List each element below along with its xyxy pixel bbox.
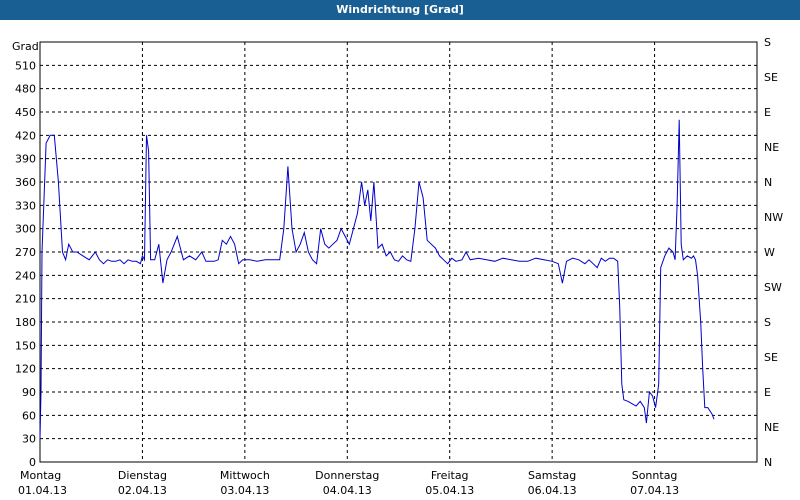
y-tick-label: 270 <box>15 246 36 259</box>
y-tick-label: 480 <box>15 83 36 96</box>
x-tick-date: 03.04.13 <box>220 484 269 497</box>
y-tick-label: 180 <box>15 316 36 329</box>
x-tick-date: 07.04.13 <box>630 484 679 497</box>
y-tick-label: 150 <box>15 339 36 352</box>
plot-frame <box>39 41 758 463</box>
y-tick-label: 510 <box>15 59 36 72</box>
x-tick-day: Samstag <box>528 469 576 482</box>
right-axis-label: S <box>764 316 771 329</box>
right-axis-label: SE <box>764 351 778 364</box>
y-tick-label: 360 <box>15 176 36 189</box>
wind-direction-chart: Grad 0 30 60 90 120 150 180 210 240 270 300 330 360 3… <box>12 36 783 497</box>
right-axis-label: N <box>764 456 772 469</box>
right-axis-label: S <box>764 36 771 49</box>
right-axis-label: W <box>764 246 775 259</box>
x-tick-day: Sonntag <box>632 469 678 482</box>
x-tick-date: 06.04.13 <box>528 484 577 497</box>
x-tick-date: 04.04.13 <box>323 484 372 497</box>
y-tick-label: 0 <box>29 456 36 469</box>
y-tick-label: 210 <box>15 293 36 306</box>
x-tick-day: Freitag <box>431 469 469 482</box>
x-tick-date: 02.04.13 <box>118 484 167 497</box>
x-tick-day: Donnerstag <box>315 469 379 482</box>
x-tick-day: Mittwoch <box>220 469 270 482</box>
x-tick-date: 01.04.13 <box>18 484 67 497</box>
y-tick-label: 90 <box>22 386 36 399</box>
right-axis-label: E <box>764 106 771 119</box>
y-axis-label: Grad <box>12 40 39 53</box>
y-tick-label: 30 <box>22 433 36 446</box>
y-tick-label: 120 <box>15 363 36 376</box>
y-tick-label: 450 <box>15 106 36 119</box>
right-axis-label: E <box>764 386 771 399</box>
y-tick-label: 300 <box>15 223 36 236</box>
y-tick-label: 390 <box>15 153 36 166</box>
x-tick-date: 05.04.13 <box>425 484 474 497</box>
right-axis-label: NE <box>764 421 779 434</box>
right-axis-label: NE <box>764 141 779 154</box>
right-axis-label: SW <box>764 281 782 294</box>
right-axis-label: SE <box>764 71 778 84</box>
gridlines <box>40 42 757 462</box>
y-axis-ticks: 0 30 60 90 120 150 180 210 240 270 300 330 360 390 420… <box>15 59 36 469</box>
plot-border <box>39 41 758 463</box>
y-tick-label: 240 <box>15 269 36 282</box>
series-line <box>39 119 715 439</box>
right-axis-label: NW <box>764 211 783 224</box>
y-tick-label: 60 <box>22 409 36 422</box>
y-tick-label: 420 <box>15 129 36 142</box>
x-tick-day: Dienstag <box>118 469 167 482</box>
x-tick-day: Montag <box>20 469 61 482</box>
y-tick-label: 330 <box>15 199 36 212</box>
x-axis-ticks: Montag 01.04.13 Dienstag 02.04.13 Mittwoch 03… <box>18 469 679 497</box>
right-axis-label: N <box>764 176 772 189</box>
window-title: Windrichtung [Grad] <box>0 0 800 20</box>
right-axis-ticks: N NE E SE S SW W NW N NE E SE S <box>764 36 783 469</box>
